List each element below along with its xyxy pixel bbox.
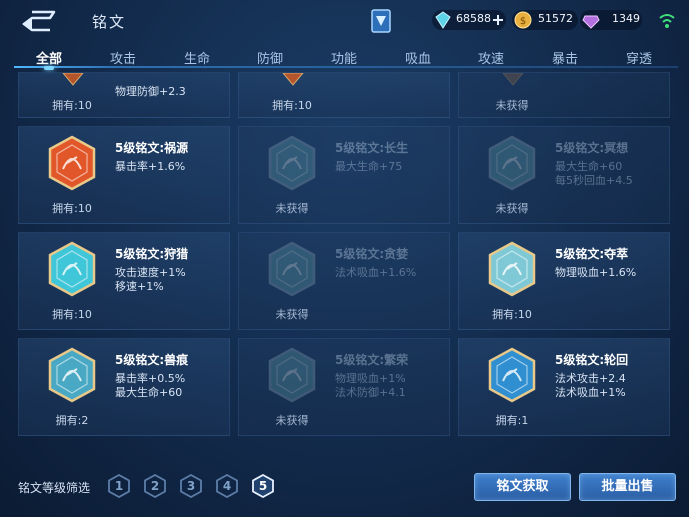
inscription-card[interactable]: 5级铭文:兽痕 暴击率+0.5% 最大生命+60 拥有:2: [18, 338, 230, 436]
inscription-icon-partial: [62, 73, 84, 86]
inscription-own-count: 拥有:10: [492, 308, 532, 321]
level-filter-label: 铭文等级筛选: [18, 481, 91, 495]
level-filter-1[interactable]: 1: [108, 473, 130, 499]
inscription-card[interactable]: 5级铭文:繁荣 物理吸血+1% 法术防御+4.1 未获得: [238, 338, 450, 436]
diamond-value: 68588: [456, 12, 491, 25]
tab-divider: [14, 66, 678, 68]
level-filter-2[interactable]: 2: [144, 473, 166, 499]
inscription-own-count: 拥有:2: [55, 414, 89, 427]
level-number: 4: [222, 479, 232, 493]
inscription-stat: 物理防御+2.3: [115, 85, 186, 98]
tab-attack[interactable]: 攻击: [93, 48, 153, 67]
inscription-own-count: 拥有:1: [495, 414, 529, 427]
tab-function[interactable]: 功能: [314, 48, 374, 67]
level-filter-5[interactable]: 5: [252, 473, 274, 499]
inscription-card-partial-2[interactable]: 拥有:10: [238, 72, 450, 118]
wifi-signal-icon: [659, 14, 675, 28]
purple-gem-icon: [582, 15, 600, 29]
level-filter-3[interactable]: 3: [180, 473, 202, 499]
inscription-icon: [268, 241, 316, 297]
inscription-own-count: 未获得: [275, 202, 309, 215]
back-arrow-icon[interactable]: [18, 8, 58, 32]
inscription-stat: 法术吸血+1%: [555, 386, 626, 399]
inscription-card-partial-1[interactable]: 物理防御+2.3 拥有:10: [18, 72, 230, 118]
tab-all[interactable]: 全部: [19, 48, 79, 67]
diamond-counter: 68588: [432, 10, 506, 30]
svg-text:$: $: [520, 16, 526, 27]
inscription-icon-partial: [282, 73, 304, 86]
tab-attack-speed[interactable]: 攻速: [461, 48, 521, 67]
tab-health[interactable]: 生命: [167, 48, 227, 67]
inscription-name: 5级铭文:祸源: [115, 141, 189, 155]
batch-sell-button[interactable]: 批量出售: [579, 473, 676, 501]
gold-counter: $ 51572: [512, 10, 578, 30]
inscription-stat: 每5秒回血+4.5: [555, 174, 633, 187]
gold-value: 51572: [538, 12, 573, 25]
inscription-card[interactable]: 5级铭文:祸源 暴击率+1.6% 拥有:10: [18, 126, 230, 224]
level-number: 3: [186, 479, 196, 493]
inscription-name: 5级铭文:轮回: [555, 353, 629, 367]
inscription-own-count: 拥有:10: [52, 99, 92, 112]
level-filter-4[interactable]: 4: [216, 473, 238, 499]
page-title: 铭文: [92, 13, 127, 31]
inscription-card-icon[interactable]: [370, 8, 392, 34]
inscription-icon: [488, 347, 536, 403]
level-number: 1: [114, 479, 124, 493]
inscription-stat: 法术防御+4.1: [335, 386, 406, 399]
inscription-name: 5级铭文:贪婪: [335, 247, 409, 261]
inscription-icon-partial: [502, 73, 524, 86]
diamond-icon: [435, 11, 451, 29]
inscription-own-count: 未获得: [275, 308, 309, 321]
inscription-name: 5级铭文:夺萃: [555, 247, 629, 261]
inscription-icon: [268, 347, 316, 403]
inscription-own-count: 拥有:10: [52, 308, 92, 321]
inscription-name: 5级铭文:兽痕: [115, 353, 189, 367]
inscription-own-count: 拥有:10: [272, 99, 312, 112]
level-number: 5: [258, 479, 268, 493]
inscription-icon: [488, 241, 536, 297]
gem-counter: 1349: [580, 10, 642, 30]
inscription-card[interactable]: 5级铭文:狩猎 攻击速度+1% 移速+1% 拥有:10: [18, 232, 230, 330]
inscription-icon: [48, 241, 96, 297]
inscription-own-count: 未获得: [495, 99, 529, 112]
level-number: 2: [150, 479, 160, 493]
inscription-card-partial-3[interactable]: 未获得: [458, 72, 670, 118]
add-diamond-icon[interactable]: [492, 14, 504, 26]
inscription-own-count: 拥有:10: [52, 202, 92, 215]
inscription-icon: [488, 135, 536, 191]
inscription-own-count: 未获得: [275, 414, 309, 427]
inscription-name: 5级铭文:繁荣: [335, 353, 409, 367]
inscription-card[interactable]: 5级铭文:轮回 法术攻击+2.4 法术吸血+1% 拥有:1: [458, 338, 670, 436]
inscription-icon: [268, 135, 316, 191]
gem-value: 1349: [612, 12, 640, 25]
obtain-inscription-button[interactable]: 铭文获取: [474, 473, 571, 501]
inscription-stat: 物理吸血+1.6%: [555, 266, 637, 279]
top-bar: 铭文 68588 $ 51572 1349: [0, 0, 689, 42]
tab-penetration[interactable]: 穿透: [609, 48, 669, 67]
inscription-name: 5级铭文:狩猎: [115, 247, 189, 261]
tab-lifesteal[interactable]: 吸血: [388, 48, 448, 67]
inscription-stat: 最大生命+60: [115, 386, 183, 399]
inscription-card[interactable]: 5级铭文:夺萃 物理吸血+1.6% 拥有:10: [458, 232, 670, 330]
inscription-stat: 最大生命+75: [335, 160, 403, 173]
inscription-name: 5级铭文:冥想: [555, 141, 629, 155]
inscription-name: 5级铭文:长生: [335, 141, 409, 155]
inscription-stat: 法术吸血+1.6%: [335, 266, 417, 279]
tab-defense[interactable]: 防御: [240, 48, 300, 67]
inscription-card[interactable]: 5级铭文:冥想 最大生命+60 每5秒回血+4.5 未获得: [458, 126, 670, 224]
inscription-stat: 暴击率+1.6%: [115, 160, 186, 173]
inscription-stat: 移速+1%: [115, 280, 164, 293]
tab-crit[interactable]: 暴击: [535, 48, 595, 67]
inscription-icon: [48, 347, 96, 403]
inscription-card[interactable]: 5级铭文:长生 最大生命+75 未获得: [238, 126, 450, 224]
inscription-own-count: 未获得: [495, 202, 529, 215]
inscription-card[interactable]: 5级铭文:贪婪 法术吸血+1.6% 未获得: [238, 232, 450, 330]
gold-coin-icon: $: [514, 11, 532, 29]
inscription-icon: [48, 135, 96, 191]
active-tab-indicator: [44, 66, 54, 70]
